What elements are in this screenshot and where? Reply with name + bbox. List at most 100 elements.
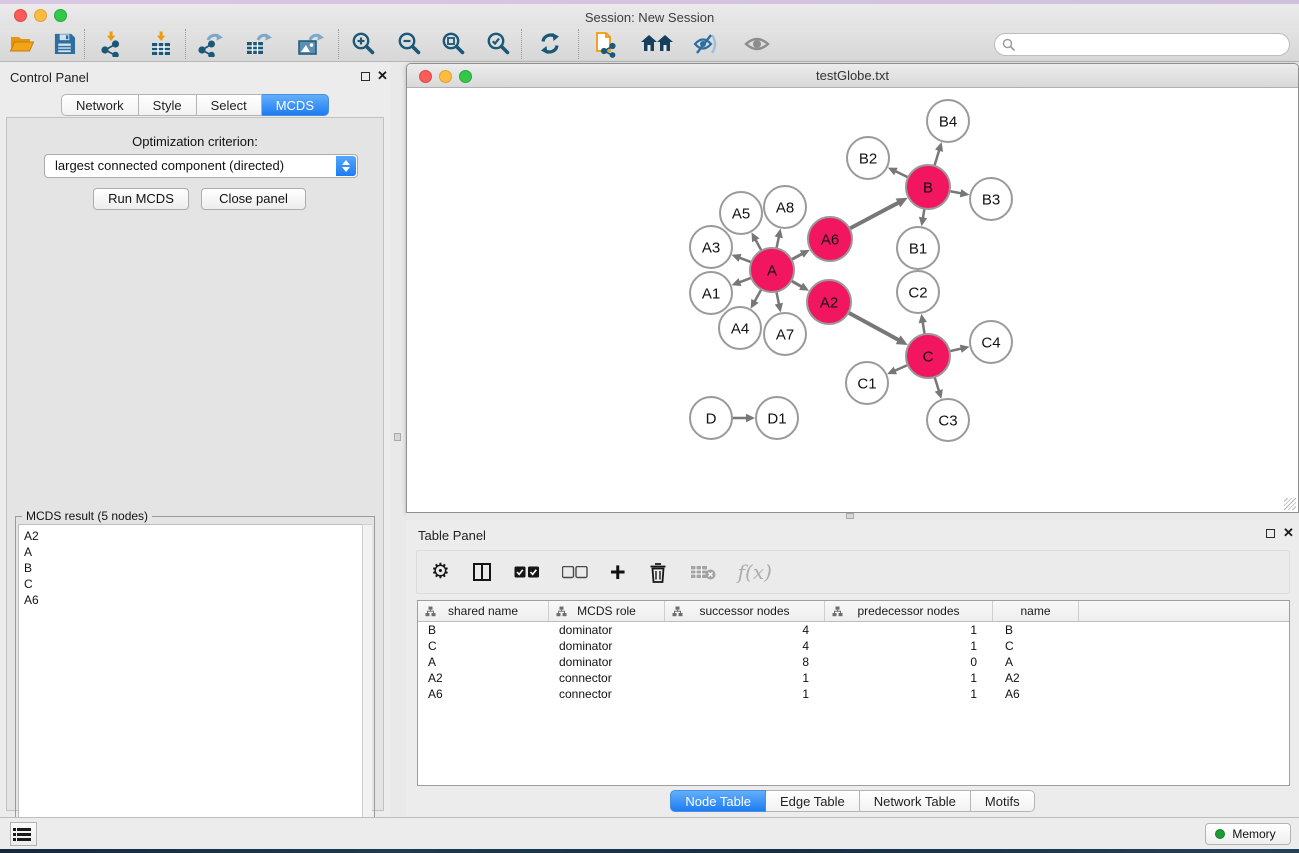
cell[interactable]: B bbox=[418, 622, 549, 638]
app-titlebar: Session: New Session bbox=[0, 4, 1299, 26]
cell[interactable]: 1 bbox=[825, 622, 993, 638]
tab-network[interactable]: Network bbox=[61, 94, 139, 116]
tab-network-table[interactable]: Network Table bbox=[860, 790, 971, 812]
zoom-in-icon[interactable] bbox=[339, 29, 387, 59]
column-header-name[interactable]: name bbox=[993, 601, 1079, 621]
column-header-MCDS-role[interactable]: MCDS role bbox=[549, 601, 665, 621]
column-header-shared-name[interactable]: shared name bbox=[418, 601, 549, 621]
cell[interactable]: A6 bbox=[418, 686, 549, 702]
tab-style[interactable]: Style bbox=[139, 94, 197, 116]
cell[interactable]: A6 bbox=[993, 686, 1079, 702]
task-history-button[interactable] bbox=[10, 822, 37, 846]
cell[interactable]: 0 bbox=[825, 654, 993, 670]
table-row[interactable]: A2connector11A2 bbox=[418, 670, 1289, 686]
delete-column-icon[interactable] bbox=[648, 561, 668, 584]
tab-mcds[interactable]: MCDS bbox=[262, 94, 329, 116]
zoom-selected-icon[interactable] bbox=[475, 29, 521, 59]
network-canvas[interactable]: B4B2BB3B1A5A8A6A3AA1A2A4A7C2CC4C1C3DD1 bbox=[407, 88, 1298, 512]
result-scrollbar[interactable] bbox=[362, 524, 372, 849]
zoom-fit-icon[interactable] bbox=[431, 29, 475, 59]
divider-grip[interactable] bbox=[846, 513, 854, 519]
export-network-icon[interactable] bbox=[186, 29, 234, 59]
close-panel-button[interactable]: Close panel bbox=[201, 188, 306, 210]
network-window-titlebar[interactable]: testGlobe.txt bbox=[407, 64, 1298, 88]
add-column-icon[interactable]: + bbox=[610, 560, 626, 584]
show-graphics-details-icon[interactable] bbox=[731, 29, 783, 59]
result-item[interactable]: A bbox=[24, 544, 363, 560]
cell[interactable]: dominator bbox=[549, 654, 665, 670]
divider-grip[interactable] bbox=[394, 433, 401, 441]
cell[interactable]: 1 bbox=[825, 638, 993, 654]
export-table-icon[interactable] bbox=[234, 29, 284, 59]
select-stepper-icon[interactable] bbox=[336, 156, 356, 176]
column-header-successor-nodes[interactable]: successor nodes bbox=[665, 601, 825, 621]
cell[interactable]: 8 bbox=[665, 654, 825, 670]
cell[interactable]: A bbox=[993, 654, 1079, 670]
cell[interactable]: A2 bbox=[993, 670, 1079, 686]
refresh-icon[interactable] bbox=[522, 29, 578, 59]
import-table-icon[interactable] bbox=[137, 29, 185, 59]
run-mcds-button[interactable]: Run MCDS bbox=[93, 188, 189, 210]
tab-select[interactable]: Select bbox=[197, 94, 262, 116]
table-settings-icon[interactable]: ⚙ bbox=[431, 561, 450, 583]
network-graph[interactable]: B4B2BB3B1A5A8A6A3AA1A2A4A7C2CC4C1C3DD1 bbox=[407, 88, 1298, 512]
cell[interactable]: connector bbox=[549, 686, 665, 702]
hide-graphics-details-icon[interactable] bbox=[681, 29, 731, 59]
select-all-icon[interactable] bbox=[514, 566, 540, 579]
save-session-icon[interactable] bbox=[44, 29, 84, 59]
memory-button[interactable]: Memory bbox=[1205, 823, 1291, 845]
result-item[interactable]: B bbox=[24, 560, 363, 576]
result-item[interactable]: C bbox=[24, 576, 363, 592]
cell[interactable]: A2 bbox=[418, 670, 549, 686]
tab-edge-table[interactable]: Edge Table bbox=[766, 790, 860, 812]
import-network-icon[interactable] bbox=[85, 29, 137, 59]
cell[interactable]: connector bbox=[549, 670, 665, 686]
new-network-from-file-icon[interactable] bbox=[579, 29, 633, 59]
criterion-select[interactable]: largest connected component (directed) bbox=[44, 154, 358, 178]
cell[interactable]: dominator bbox=[549, 638, 665, 654]
edge-A6-B[interactable] bbox=[848, 202, 899, 229]
table-row[interactable]: A6connector11A6 bbox=[418, 686, 1289, 702]
table-row[interactable]: Bdominator41B bbox=[418, 622, 1289, 638]
node-label-A2: A2 bbox=[820, 294, 838, 311]
delete-table-icon[interactable] bbox=[690, 564, 716, 580]
search-input[interactable] bbox=[1021, 35, 1281, 54]
cell[interactable]: dominator bbox=[549, 622, 665, 638]
cell[interactable]: C bbox=[993, 638, 1079, 654]
column-visibility-icon[interactable] bbox=[472, 562, 492, 582]
memory-status-icon bbox=[1215, 829, 1225, 839]
result-item[interactable]: A6 bbox=[24, 592, 363, 608]
open-folder-icon[interactable] bbox=[0, 29, 44, 59]
tab-motifs[interactable]: Motifs bbox=[971, 790, 1035, 812]
resize-grip[interactable] bbox=[1284, 498, 1296, 510]
table-row[interactable]: Adominator80A bbox=[418, 654, 1289, 670]
vertical-split-divider[interactable] bbox=[390, 62, 406, 817]
deselect-all-icon[interactable] bbox=[562, 566, 588, 579]
cell[interactable]: A bbox=[418, 654, 549, 670]
edge-A2-C[interactable] bbox=[847, 312, 899, 341]
result-item[interactable]: A2 bbox=[24, 528, 363, 544]
desktop-edge-bottom bbox=[0, 849, 1299, 853]
cell[interactable]: 1 bbox=[825, 670, 993, 686]
cell[interactable]: C bbox=[418, 638, 549, 654]
cell[interactable]: B bbox=[993, 622, 1079, 638]
cell[interactable]: 1 bbox=[825, 686, 993, 702]
float-table-panel-icon[interactable] bbox=[1266, 529, 1275, 538]
home-layouts-icon[interactable] bbox=[633, 29, 681, 59]
cell[interactable]: 1 bbox=[665, 686, 825, 702]
close-table-panel-icon[interactable]: ✕ bbox=[1283, 525, 1294, 541]
node-label-D1: D1 bbox=[767, 410, 786, 427]
horizontal-split-divider[interactable] bbox=[406, 513, 1299, 520]
mcds-result-list[interactable]: A2ABCA6 bbox=[18, 524, 364, 849]
table-row[interactable]: Cdominator41C bbox=[418, 638, 1289, 654]
column-header-predecessor-nodes[interactable]: predecessor nodes bbox=[825, 601, 993, 621]
cell[interactable]: 4 bbox=[665, 622, 825, 638]
export-image-icon[interactable] bbox=[284, 29, 338, 59]
float-panel-icon[interactable] bbox=[361, 72, 370, 81]
close-panel-icon[interactable]: ✕ bbox=[377, 68, 388, 84]
zoom-out-icon[interactable] bbox=[387, 29, 431, 59]
function-builder-icon[interactable]: f(x) bbox=[738, 560, 772, 584]
tab-node-table[interactable]: Node Table bbox=[670, 790, 766, 812]
cell[interactable]: 1 bbox=[665, 670, 825, 686]
cell[interactable]: 4 bbox=[665, 638, 825, 654]
